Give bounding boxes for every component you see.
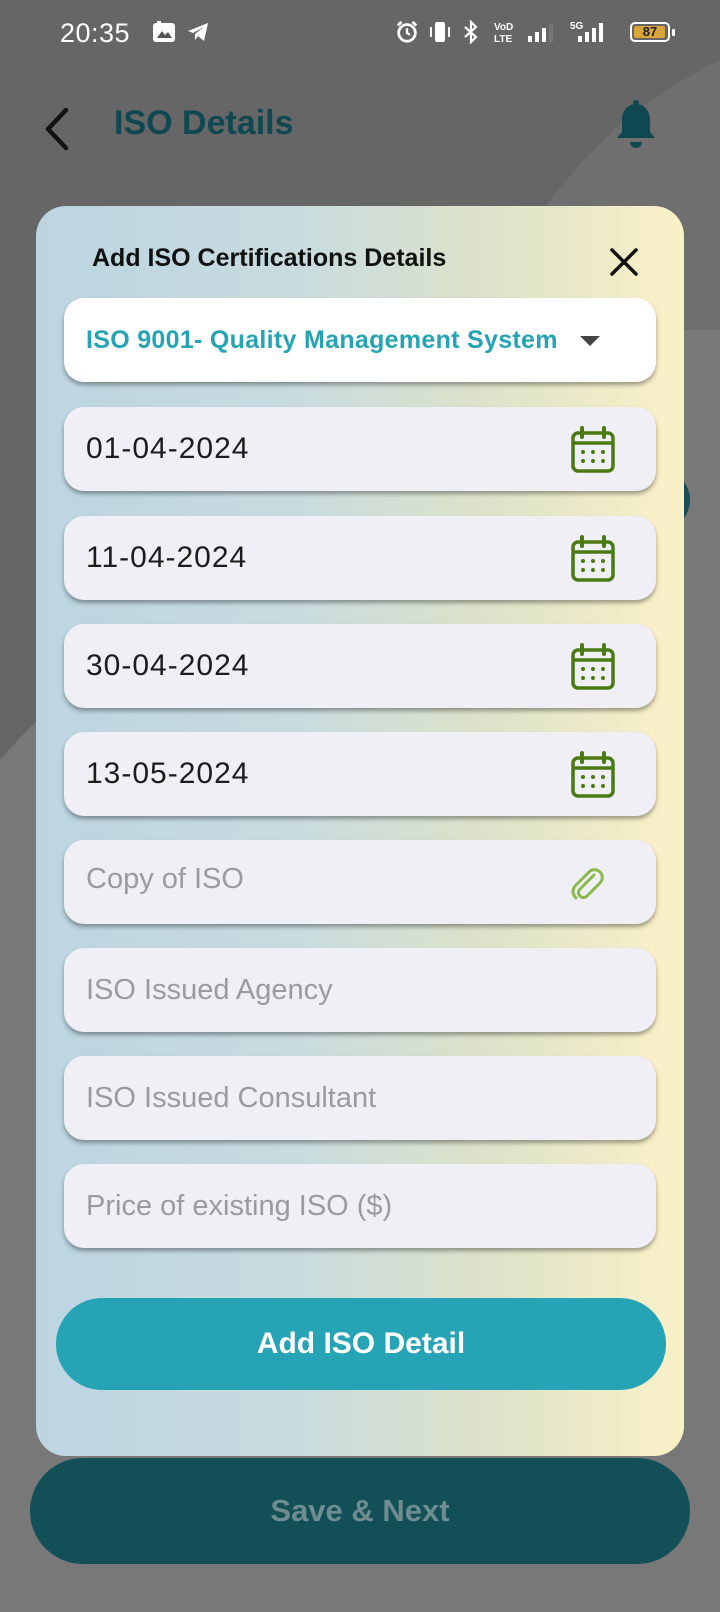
calendar-icon[interactable]	[570, 426, 616, 474]
dialog-title: Add ISO Certifications Details	[92, 244, 447, 272]
price-of-existing-iso-input[interactable]: Price of existing ISO ($)	[64, 1164, 656, 1248]
battery-indicator: 87	[630, 22, 675, 42]
date-value: 11-04-2024	[86, 541, 248, 574]
svg-text:VoD: VoD	[494, 22, 513, 33]
iso-issued-consultant-input[interactable]: ISO Issued Consultant	[64, 1056, 656, 1140]
vibrate-icon	[430, 22, 450, 42]
svg-text:5G: 5G	[570, 21, 584, 32]
date-field-3[interactable]: 30-04-2024	[64, 624, 656, 708]
svg-text:LTE: LTE	[494, 34, 512, 44]
date-value: 30-04-2024	[86, 649, 250, 682]
bell-icon[interactable]	[612, 100, 660, 152]
add-iso-detail-button[interactable]: Add ISO Detail	[56, 1298, 666, 1390]
calendar-icon[interactable]	[570, 751, 616, 799]
certification-select-value: ISO 9001- Quality Management System	[86, 326, 558, 354]
agency-placeholder: ISO Issued Agency	[86, 974, 333, 1006]
iso-issued-agency-input[interactable]: ISO Issued Agency	[64, 948, 656, 1032]
calendar-icon[interactable]	[570, 643, 616, 691]
signal-icon-1	[528, 24, 553, 42]
status-bar: 20:35 VoD LTE 5G 87	[0, 0, 720, 64]
battery-percent: 87	[642, 24, 658, 39]
signal-5g-icon: 5G	[570, 21, 603, 42]
date-field-2[interactable]: 11-04-2024	[64, 516, 656, 600]
save-next-button[interactable]: Save & Next	[30, 1458, 690, 1564]
copy-of-iso-field[interactable]: Copy of ISO	[64, 840, 656, 924]
dropdown-arrow-icon	[580, 336, 600, 346]
bluetooth-icon	[464, 20, 478, 44]
volte-icon: VoD LTE	[494, 22, 513, 44]
gallery-notification-icon	[153, 21, 175, 42]
back-arrow-icon[interactable]	[38, 104, 78, 154]
date-field-4[interactable]: 13-05-2024	[64, 732, 656, 816]
consultant-placeholder: ISO Issued Consultant	[86, 1082, 377, 1114]
close-icon[interactable]	[604, 242, 644, 282]
date-field-1[interactable]: 01-04-2024	[64, 407, 656, 491]
price-placeholder: Price of existing ISO ($)	[86, 1190, 393, 1222]
page-title: ISO Details	[114, 104, 294, 142]
status-time: 20:35	[60, 18, 131, 48]
certification-select[interactable]: ISO 9001- Quality Management System	[64, 298, 656, 382]
date-value: 13-05-2024	[86, 757, 250, 790]
calendar-icon[interactable]	[570, 535, 616, 583]
date-value: 01-04-2024	[86, 432, 250, 465]
add-iso-dialog: Add ISO Certifications Details ISO 9001-…	[36, 206, 684, 1456]
telegram-icon	[188, 23, 208, 41]
alarm-icon	[396, 20, 418, 43]
paperclip-icon[interactable]	[567, 864, 607, 904]
copy-of-iso-placeholder: Copy of ISO	[86, 863, 244, 895]
